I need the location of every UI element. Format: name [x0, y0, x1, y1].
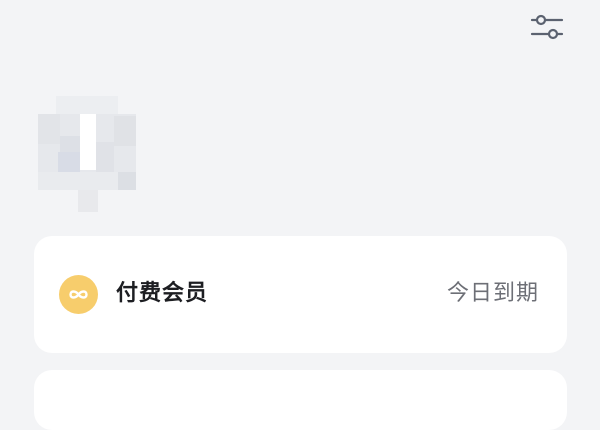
next-card[interactable]	[34, 370, 567, 430]
membership-status: 今日到期	[446, 281, 539, 306]
avatar[interactable]	[38, 96, 136, 212]
membership-card[interactable]: 付费会员 今日到期	[34, 236, 567, 353]
sliders-icon	[530, 14, 564, 40]
infinity-icon	[59, 275, 98, 314]
settings-button[interactable]	[526, 10, 568, 44]
membership-title: 付费会员	[116, 281, 209, 306]
